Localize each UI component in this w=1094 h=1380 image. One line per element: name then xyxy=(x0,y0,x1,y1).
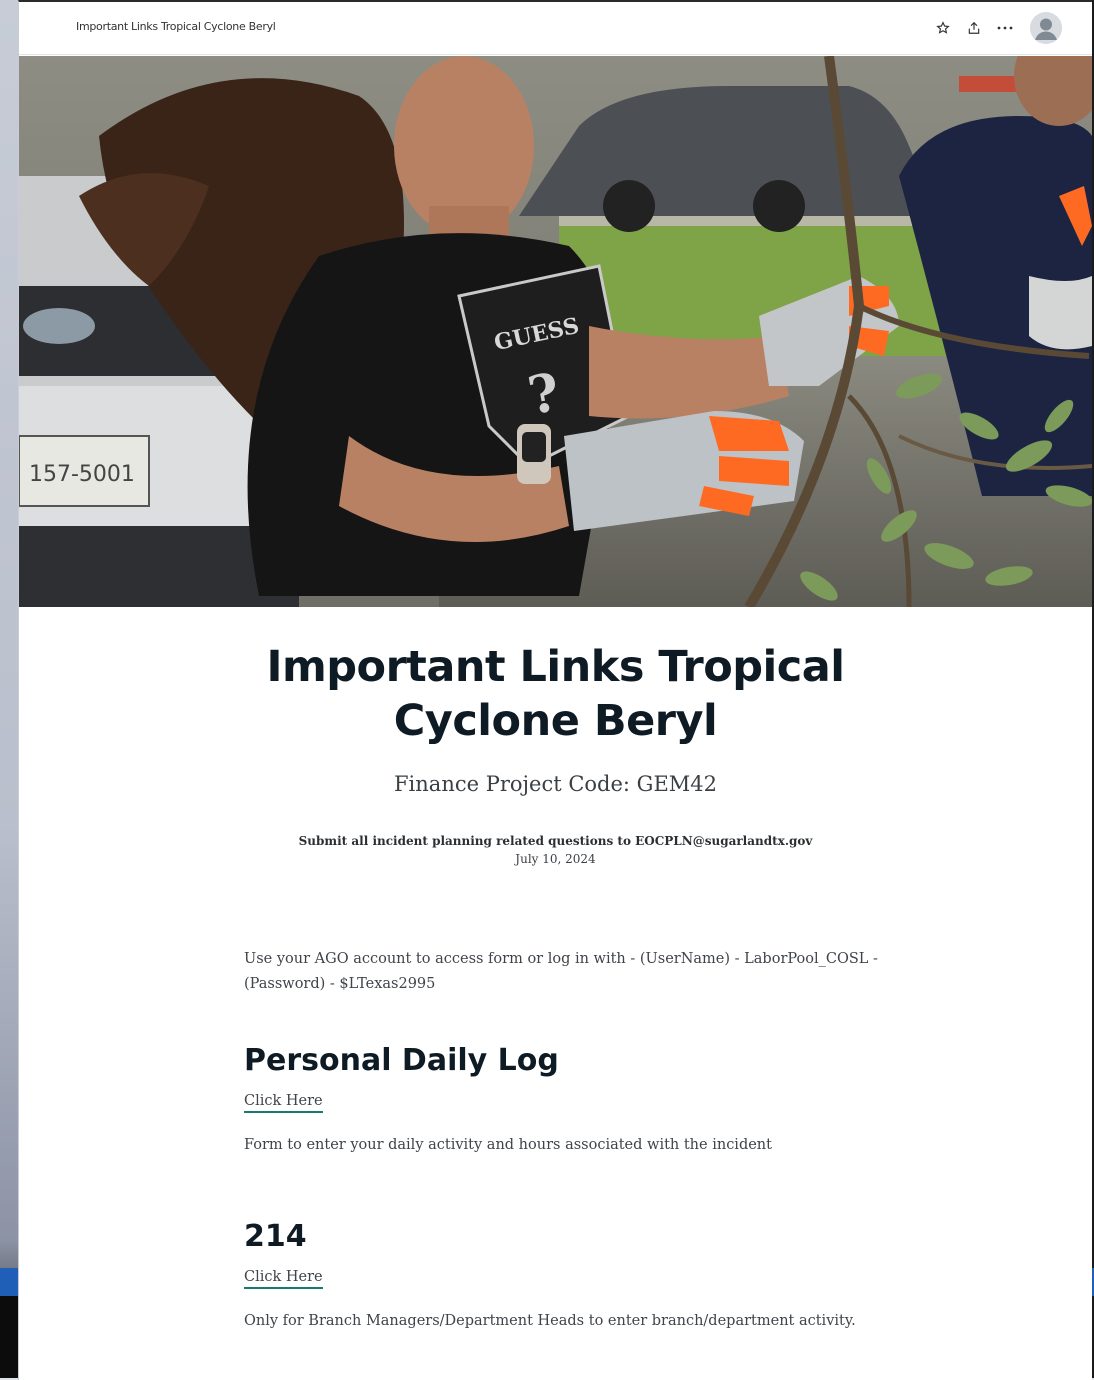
svg-text:157-5001: 157-5001 xyxy=(29,462,135,487)
page-window: Important Links Tropical Cyclone Beryl 1… xyxy=(18,0,1092,1380)
publish-date: July 10, 2024 xyxy=(515,852,596,866)
project-code: Finance Project Code: GEM42 xyxy=(393,772,717,796)
contact-notice: Submit all incident planning related que… xyxy=(298,834,813,848)
backdrop-left xyxy=(0,0,18,1378)
section-heading: Personal Daily Log xyxy=(244,1043,559,1078)
backdrop-blue-strip xyxy=(0,1268,18,1296)
page-title: Important Links Tropical Cyclone Beryl xyxy=(19,640,1092,748)
access-line-1: Use your AGO account to access form or l… xyxy=(244,951,878,967)
access-line-2: (Password) - $LTexas2995 xyxy=(244,976,436,992)
section-heading: 214 xyxy=(244,1219,307,1254)
section-description: Only for Branch Managers/Department Head… xyxy=(244,1313,856,1329)
section-214: 214 Click Here Only for Branch Managers/… xyxy=(244,1219,884,1334)
star-icon[interactable] xyxy=(932,17,954,39)
form-214-link[interactable]: Click Here xyxy=(244,1269,323,1289)
access-instructions: Use your AGO account to access form or l… xyxy=(244,947,884,997)
header-bar: Important Links Tropical Cyclone Beryl xyxy=(19,2,1092,55)
site-title[interactable]: Important Links Tropical Cyclone Beryl xyxy=(76,20,276,33)
hero-image: 157-5001 GUESS ? xyxy=(19,56,1092,607)
section-description: Form to enter your daily activity and ho… xyxy=(244,1137,772,1153)
avatar[interactable] xyxy=(1030,12,1062,44)
personal-daily-log-link[interactable]: Click Here xyxy=(244,1093,323,1113)
main-content: Important Links Tropical Cyclone Beryl F… xyxy=(19,607,1092,1329)
page-title-line2: Cyclone Beryl xyxy=(393,696,718,746)
more-icon[interactable] xyxy=(994,17,1016,39)
share-icon[interactable] xyxy=(963,17,985,39)
header-actions xyxy=(923,12,1062,44)
section-personal-daily-log: Personal Daily Log Click Here Form to en… xyxy=(244,1043,884,1158)
backdrop-dark-strip xyxy=(0,1296,18,1378)
page-title-line1: Important Links Tropical xyxy=(266,642,845,692)
